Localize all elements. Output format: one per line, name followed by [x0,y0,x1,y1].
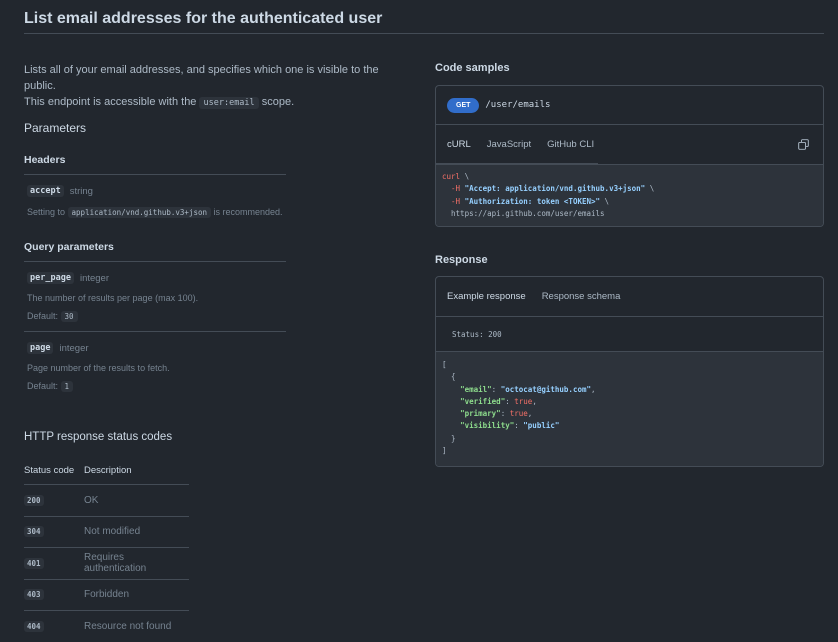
flag-h: -H [451,196,461,206]
table-row: 200 OK [24,485,189,517]
table-row: 404 Resource not found [24,611,189,642]
param-accept: accept string Setting to application/vnd… [27,185,287,218]
json-value: true [509,409,528,419]
tab-response-schema[interactable]: Response schema [542,277,621,316]
param-type: string [69,185,93,197]
table-row: 403 Forbidden [24,580,189,611]
request-url: https://api.github.com/user/emails [451,208,605,218]
json-key: "verified" [460,396,506,406]
code-samples-heading: Code samples [435,62,510,74]
param-desc-post: is recommended. [211,207,283,217]
table-row: 401 Requires authentication [24,548,189,580]
status-description: Resource not found [84,621,172,633]
json-value: "public" [523,421,560,431]
title-divider [24,33,824,34]
param-default: Default: 30 [27,311,287,322]
status-code: 304 [24,526,44,538]
scope-code: user:email [199,97,259,109]
response-body: [ { "email": "octocat@github.com", "veri… [436,351,823,467]
col-status-code: Status code [24,465,75,476]
status-table-header: Status code Description [24,457,189,485]
line-continuation: \ [460,172,470,181]
line-continuation: \ [600,196,610,206]
status-code: 404 [24,621,44,633]
parameters-heading: Parameters [24,121,87,135]
curl-code-block: curl \ -H "Accept: application/vnd.githu… [436,164,823,227]
response-panel: Example response Response schema Status:… [435,276,824,468]
default-label: Default: [27,311,59,321]
default-value: 30 [60,311,78,322]
code-samples-panel: GET /user/emails cURL JavaScript GitHub … [435,85,824,228]
status-code-table: Status code Description 200 OK 304 Not m… [24,457,189,642]
default-label: Default: [27,381,59,391]
status-code: 200 [24,494,44,506]
endpoint-path: /user/emails [485,100,551,110]
response-tabs: Example response Response schema [436,277,823,316]
flag-h: -H [451,184,461,194]
status-description: Forbidden [84,589,130,601]
authorization-header: "Authorization: token <TOKEN>" [464,196,601,206]
query-divider [24,261,286,262]
json-key: "email" [460,384,492,394]
json-value: true [514,396,533,406]
param-description: The number of results per page (max 100)… [27,293,199,303]
tab-curl[interactable]: cURL [447,125,471,164]
page-title: List email addresses for the authenticat… [24,10,383,27]
col-description: Description [84,465,132,476]
headers-heading: Headers [24,154,66,166]
param-type: integer [59,342,89,354]
tab-underline [436,163,598,164]
http-status-heading: HTTP response status codes [24,431,173,443]
query-parameters-heading: Query parameters [24,241,114,253]
param-name: page [27,342,54,354]
response-heading: Response [435,254,488,266]
intro-text: Lists all of your email addresses, and s… [24,62,404,111]
tab-github-cli[interactable]: GitHub CLI [547,125,594,164]
copy-icon[interactable] [798,139,809,150]
tab-javascript[interactable]: JavaScript [487,125,531,164]
code-sample-tabs: cURL JavaScript GitHub CLI [436,125,823,164]
param-name: accept [27,185,64,197]
table-row: 304 Not modified [24,517,189,548]
method-badge: GET [447,97,480,113]
json-key: "visibility" [460,421,515,431]
json-value: "octocat@github.com" [500,384,592,394]
tab-example-response[interactable]: Example response [447,277,526,316]
json-key: "primary" [460,409,501,419]
intro-line-2: This endpoint is accessible with the use… [24,94,404,111]
curl-cmd: curl [442,172,461,181]
intro-line-1: Lists all of your email addresses, and s… [24,64,379,92]
default-value: 1 [60,381,74,392]
intro-line-2-pre: This endpoint is accessible with the [24,96,200,108]
line-continuation: \ [645,184,655,194]
status-description: Not modified [84,526,141,538]
param-type: integer [79,272,110,284]
param-default: Default: 1 [27,381,287,392]
endpoint-bar: GET /user/emails [436,86,823,125]
param-divider [24,331,286,332]
param-description: Setting to application/vnd.github.v3+jso… [27,207,287,218]
status-code: 403 [24,589,44,601]
param-per-page: per_page integer The number of results p… [27,272,287,322]
headers-divider [24,174,286,175]
intro-line-2-post: scope. [258,96,295,108]
param-desc-code: application/vnd.github.v3+json [67,207,211,218]
param-description: Page number of the results to fetch. [27,363,170,373]
param-page: page integer Page number of the results … [27,342,287,392]
status-description: OK [84,494,99,506]
accept-header: "Accept: application/vnd.github.v3+json" [464,184,646,194]
status-code: 401 [24,557,44,569]
param-desc-pre: Setting to [27,207,68,217]
response-status: Status: 200 [436,316,823,351]
status-description: Requires authentication [83,552,147,575]
param-name: per_page [27,272,74,284]
